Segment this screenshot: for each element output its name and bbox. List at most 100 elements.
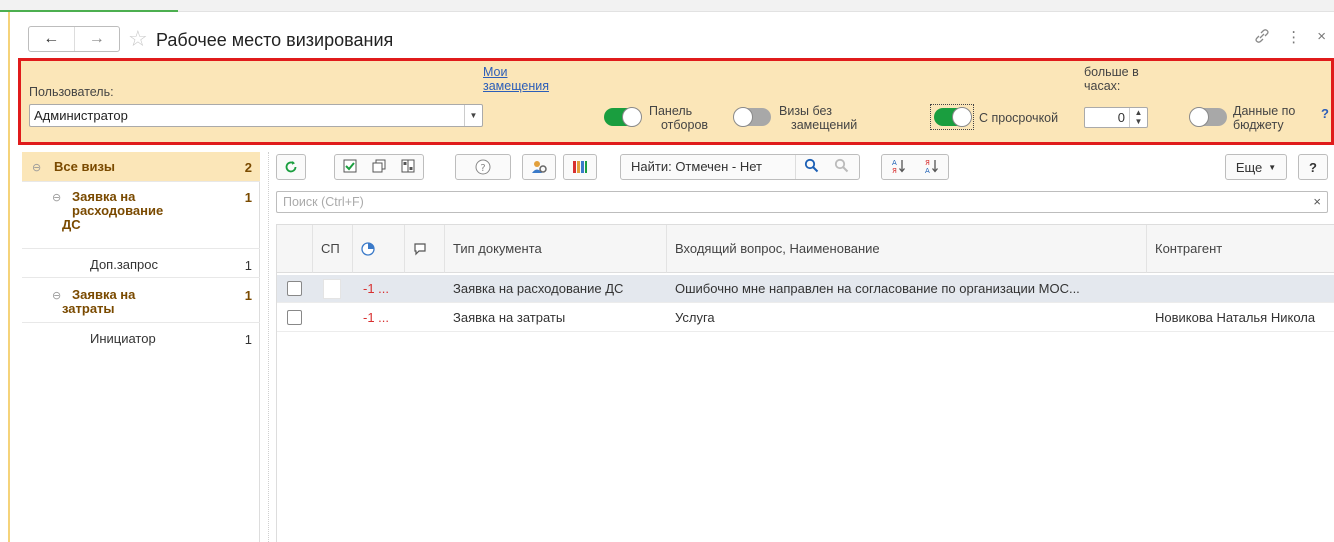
tree-item-initiator[interactable]: Инициатор 1 <box>22 324 260 352</box>
search-icon[interactable] <box>796 158 826 176</box>
overdue-label: С просрочкой <box>979 111 1059 125</box>
col-header-sp[interactable]: СП <box>313 225 353 273</box>
comment-icon <box>414 242 426 255</box>
tree-item-label: Все визы <box>54 159 116 174</box>
budget-data-label: Данные по бюджету <box>1233 104 1295 132</box>
help-icon[interactable]: ? <box>1321 106 1329 121</box>
clear-icon[interactable]: × <box>1313 192 1321 212</box>
tree-item-label-line: расходование <box>72 203 164 218</box>
svg-text:А: А <box>892 159 897 167</box>
sort-desc-icon[interactable]: ЯА <box>924 158 940 177</box>
svg-text:А: А <box>925 167 930 174</box>
report-button[interactable] <box>563 154 597 180</box>
sort-group: АЯ ЯА <box>881 154 949 180</box>
tree-item-count: 1 <box>244 258 252 273</box>
hours-label: больше в часах: <box>1084 65 1139 93</box>
days-overdue: -1 ... <box>363 310 390 325</box>
forward-arrow-icon: → <box>88 30 105 47</box>
user-dropdown-button[interactable]: ▼ <box>464 105 482 126</box>
col-header-deadline[interactable] <box>353 225 405 273</box>
help-question-button[interactable]: ? <box>1298 154 1328 180</box>
back-button[interactable]: ← <box>29 27 74 51</box>
link-icon[interactable] <box>1254 28 1270 48</box>
tree-item-count: 1 <box>244 288 252 303</box>
col-header-check[interactable] <box>277 225 313 273</box>
favorite-star-icon[interactable]: ☆ <box>128 26 148 52</box>
visas-no-replacement-toggle[interactable] <box>733 107 771 127</box>
check-group <box>334 154 424 180</box>
search-input[interactable]: Поиск (Ctrl+F) × <box>276 191 1328 213</box>
tree-item-count: 1 <box>244 190 252 205</box>
title-bar: ← → ☆ Рабочее место визирования ⋮ × <box>16 22 1334 56</box>
stepper-arrows-icon[interactable]: ▲ ▼ <box>1129 108 1147 127</box>
panel-filters-toggle[interactable] <box>604 107 642 127</box>
refresh-button[interactable] <box>276 154 306 180</box>
close-icon[interactable]: × <box>1317 28 1326 48</box>
invert-check-icon[interactable] <box>401 159 415 176</box>
panel-filters-label-line1: Панель <box>649 104 693 118</box>
collapse-icon[interactable]: ⊖ <box>32 161 41 174</box>
window-controls: ⋮ × <box>1254 28 1326 48</box>
tree-item-extra-request[interactable]: Доп.запрос 1 <box>22 250 260 278</box>
more-label: Еще <box>1235 159 1263 175</box>
books-icon <box>573 161 587 173</box>
tree-item-label: Заявка на затраты <box>62 288 135 316</box>
nav-buttons: ← → <box>28 26 120 52</box>
sort-asc-icon[interactable]: АЯ <box>891 158 907 177</box>
col-header-doc-type[interactable]: Тип документа <box>445 225 667 273</box>
col-header-question[interactable]: Входящий вопрос, Наименование <box>667 225 1147 273</box>
collapse-icon[interactable]: ⊖ <box>52 191 61 204</box>
panel-filters-label-line2: отборов <box>661 118 709 132</box>
refresh-icon <box>285 161 297 173</box>
cancel-search-icon[interactable] <box>826 158 856 176</box>
tree-item-label: Доп.запрос <box>90 257 159 272</box>
collapse-icon[interactable]: ⊖ <box>52 289 61 302</box>
budget-label-line1: Данные по <box>1233 104 1296 118</box>
check-all-icon[interactable] <box>343 159 357 176</box>
hours-value: 0 <box>1117 110 1125 125</box>
counterparty: Новикова Наталья Никола <box>1155 310 1316 325</box>
budget-data-toggle[interactable] <box>1189 107 1227 127</box>
question-icon: ? <box>475 159 491 175</box>
tree-item-count: 2 <box>244 160 252 175</box>
forward-button[interactable]: → <box>73 27 120 51</box>
svg-text:?: ? <box>480 163 485 174</box>
table-row[interactable]: -1 ... Заявка на расходование ДС Ошибочн… <box>277 275 1334 303</box>
hours-label-line2: часах: <box>1084 79 1121 93</box>
hours-label-line1: больше в <box>1084 65 1139 79</box>
overdue-toggle[interactable] <box>934 107 972 127</box>
user-settings-button[interactable] <box>522 154 556 180</box>
chevron-down-icon: ▼ <box>469 111 478 120</box>
col-header-comments[interactable] <box>405 225 445 273</box>
my-replacements-link-line2: замещения <box>483 79 549 93</box>
panel-splitter[interactable] <box>268 152 269 542</box>
chevron-down-icon: ▼ <box>1268 162 1277 172</box>
tree-item-cost-request[interactable]: ⊖ Заявка на затраты 1 <box>22 279 260 323</box>
user-select[interactable]: Администратор ▼ <box>29 104 483 127</box>
clock-pie-icon <box>361 241 375 256</box>
col-header-counterparty[interactable]: Контрагент <box>1147 225 1334 273</box>
user-value: Администратор <box>34 108 128 123</box>
row-checkbox[interactable] <box>287 310 302 325</box>
filter-panel: Пользователь: Администратор ▼ Мои замеще… <box>18 58 1334 145</box>
my-replacements-link[interactable]: Мои замещения <box>483 65 549 93</box>
uncheck-all-icon[interactable] <box>372 159 386 176</box>
svg-text:Я: Я <box>925 159 930 167</box>
user-gear-icon <box>532 161 547 173</box>
tree-item-label: Инициатор <box>90 331 156 346</box>
tree-item-expense-request[interactable]: ⊖ Заявка на расходование ДС 1 <box>22 183 260 249</box>
hours-stepper[interactable]: 0 ▲ ▼ <box>1084 107 1148 128</box>
table-row[interactable]: -1 ... Заявка на затраты Услуга Новикова… <box>277 304 1334 332</box>
row-checkbox[interactable] <box>287 281 302 296</box>
tree-item-label-line: Заявка на <box>72 189 136 204</box>
find-group: Найти: Отмечен - Нет <box>620 154 860 180</box>
more-menu-button[interactable]: Еще ▼ <box>1225 154 1287 180</box>
sp-cell <box>323 279 341 299</box>
my-replacements-link-line1: Мои <box>483 65 508 79</box>
doc-type: Заявка на затраты <box>453 310 566 325</box>
more-icon[interactable]: ⋮ <box>1286 28 1301 48</box>
visa-tree: ⊖ Все визы 2 ⊖ Заявка на расходование ДС… <box>22 152 260 542</box>
find-button[interactable]: Найти: Отмечен - Нет <box>621 155 796 179</box>
tree-item-all-visas[interactable]: ⊖ Все визы 2 <box>22 152 260 182</box>
help-button[interactable]: ? <box>455 154 511 180</box>
